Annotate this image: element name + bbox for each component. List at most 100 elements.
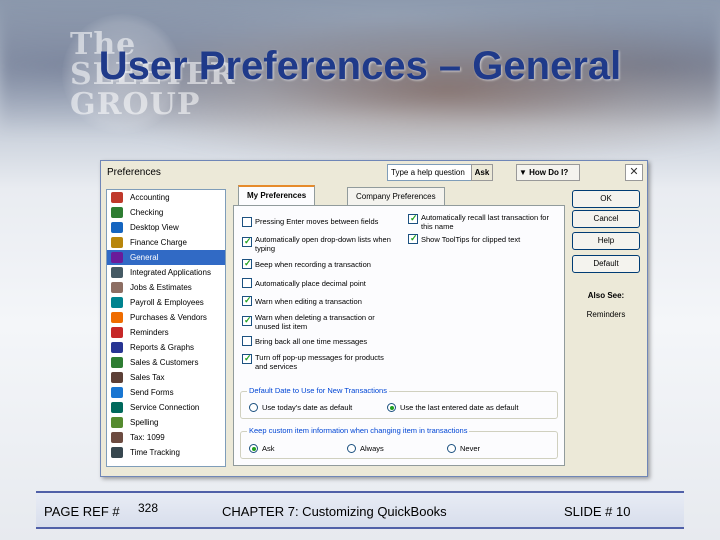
sidebar-item-integrated-applications[interactable]: Integrated Applications: [107, 265, 225, 280]
category-icon: [111, 222, 123, 233]
option-label: Automatically place decimal point: [255, 279, 366, 288]
category-icon: [111, 267, 123, 278]
use-last-entered-radio[interactable]: [387, 403, 396, 412]
option-label: Bring back all one time messages: [255, 337, 368, 346]
category-label: Spelling: [130, 418, 159, 427]
option-label: Beep when recording a transaction: [255, 260, 371, 269]
show-tooltips-checkbox[interactable]: [408, 233, 418, 244]
tab-label: Company Preferences: [356, 192, 436, 201]
option-label: Warn when editing a transaction: [255, 297, 362, 306]
use-today-radio[interactable]: [249, 403, 258, 412]
sidebar-item-checking[interactable]: Checking: [107, 205, 225, 220]
category-label: Send Forms: [130, 388, 174, 397]
category-icon: [111, 312, 123, 323]
group-label: Keep custom item information when changi…: [247, 426, 470, 435]
category-label: Jobs & Estimates: [130, 283, 192, 292]
decimal-point-checkbox[interactable]: [242, 278, 252, 288]
tab-label: My Preferences: [247, 191, 307, 200]
sidebar-item-service-connection[interactable]: Service Connection: [107, 400, 225, 415]
sidebar-item-desktop-view[interactable]: Desktop View: [107, 220, 225, 235]
help-button[interactable]: Help: [572, 232, 640, 250]
sidebar-item-spelling[interactable]: Spelling: [107, 415, 225, 430]
tab-my-preferences[interactable]: My Preferences: [238, 185, 316, 206]
category-label: Tax: 1099: [130, 433, 165, 442]
category-label: Integrated Applications: [130, 268, 211, 277]
sidebar-item-general[interactable]: General: [107, 250, 225, 265]
category-icon: [111, 342, 123, 353]
radio-label: Use the last entered date as default: [400, 403, 519, 412]
sidebar-item-finance-charge[interactable]: Finance Charge: [107, 235, 225, 250]
default-button[interactable]: Default: [572, 255, 640, 273]
option-label: Warn when deleting a transaction or unus…: [255, 313, 375, 331]
bring-back-messages-checkbox[interactable]: [242, 336, 252, 346]
reminders-link[interactable]: Reminders: [572, 310, 640, 319]
category-icon: [111, 207, 123, 218]
close-icon[interactable]: ✕: [625, 164, 643, 181]
chapter-title: CHAPTER 7: Customizing QuickBooks: [222, 504, 447, 519]
always-radio[interactable]: [347, 444, 356, 453]
category-label: Purchases & Vendors: [130, 313, 207, 322]
option-label: Pressing Enter moves between fields: [255, 217, 379, 226]
sidebar-item-tax-1099[interactable]: Tax: 1099: [107, 430, 225, 445]
category-label: General: [130, 253, 159, 262]
category-icon: [111, 252, 123, 263]
radio-label: Use today's date as default: [262, 403, 353, 412]
category-icon: [111, 387, 123, 398]
cancel-button[interactable]: Cancel: [572, 210, 640, 228]
category-icon: [111, 297, 123, 308]
category-icon: [111, 357, 123, 368]
sidebar-item-send-forms[interactable]: Send Forms: [107, 385, 225, 400]
warn-editing-checkbox[interactable]: [242, 295, 252, 306]
sidebar-item-sales-tax[interactable]: Sales Tax: [107, 370, 225, 385]
ask-radio[interactable]: [249, 444, 258, 453]
sidebar-item-jobs-estimates[interactable]: Jobs & Estimates: [107, 280, 225, 295]
also-see-label: Also See:: [587, 291, 625, 300]
slide-title: User Preferences – General: [98, 44, 622, 88]
sidebar-item-payroll-employees[interactable]: Payroll & Employees: [107, 295, 225, 310]
category-icon: [111, 372, 123, 383]
turn-off-popups-checkbox[interactable]: [242, 353, 252, 364]
category-label: Accounting: [130, 193, 170, 202]
category-label: Desktop View: [130, 223, 179, 232]
sidebar-item-accounting[interactable]: Accounting: [107, 190, 225, 205]
category-icon: [111, 282, 123, 293]
tab-company-preferences[interactable]: Company Preferences: [347, 187, 445, 205]
category-label: Payroll & Employees: [130, 298, 204, 307]
auto-open-dropdown-checkbox[interactable]: [242, 236, 252, 247]
sidebar-item-reminders[interactable]: Reminders: [107, 325, 225, 340]
dialog-title: Preferences: [107, 167, 161, 178]
ask-button[interactable]: Ask: [471, 164, 493, 181]
category-icon: [111, 237, 123, 248]
pressing-enter-checkbox[interactable]: [242, 217, 252, 227]
sidebar-item-sales-customers[interactable]: Sales & Customers: [107, 355, 225, 370]
default-date-group: Default Date to Use for New Transactions…: [240, 386, 558, 419]
slide-footer: PAGE REF # 328 CHAPTER 7: Customizing Qu…: [36, 491, 684, 529]
group-label: Default Date to Use for New Transactions: [247, 386, 389, 395]
radio-label: Ask: [262, 444, 275, 453]
category-icon: [111, 192, 123, 203]
category-icon: [111, 447, 123, 458]
option-label: Turn off pop-up messages for products an…: [255, 353, 384, 371]
category-label: Service Connection: [130, 403, 200, 412]
category-icon: [111, 417, 123, 428]
category-label: Checking: [130, 208, 164, 217]
custom-item-group: Keep custom item information when changi…: [240, 426, 558, 459]
category-label: Sales Tax: [130, 373, 165, 382]
category-icon: [111, 327, 123, 338]
option-label: Automatically recall last transaction fo…: [421, 213, 549, 231]
my-preferences-panel: Pressing Enter moves between fields Auto…: [233, 205, 565, 466]
sidebar-item-purchases-vendors[interactable]: Purchases & Vendors: [107, 310, 225, 325]
category-icon: [111, 432, 123, 443]
category-list: Accounting Checking Desktop View Finance Ch…: [106, 189, 226, 467]
auto-recall-checkbox[interactable]: [408, 213, 418, 224]
category-icon: [111, 402, 123, 413]
beep-checkbox[interactable]: [242, 258, 252, 269]
sidebar-item-time-tracking[interactable]: Time Tracking: [107, 445, 225, 460]
never-radio[interactable]: [447, 444, 456, 453]
warn-deleting-checkbox[interactable]: [242, 315, 252, 326]
ok-button[interactable]: OK: [572, 190, 640, 208]
category-label: Finance Charge: [130, 238, 187, 247]
how-do-i-button[interactable]: ▼ How Do I?: [516, 164, 580, 181]
sidebar-item-reports-graphs[interactable]: Reports & Graphs: [107, 340, 225, 355]
dialog-titlebar: Preferences Type a help question Ask ▼ H…: [101, 161, 647, 185]
